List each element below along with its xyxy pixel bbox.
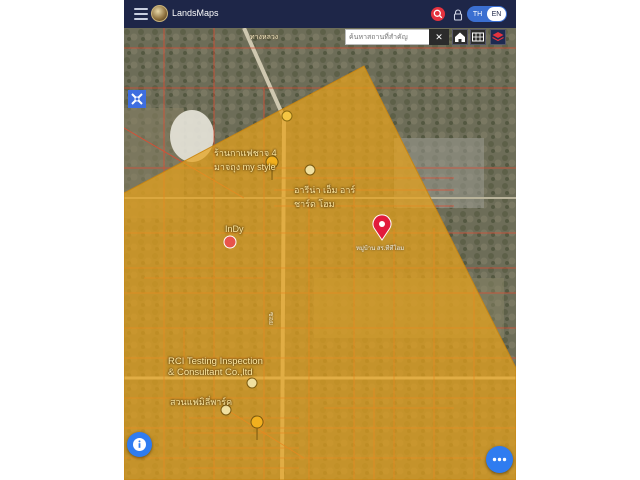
home-icon (455, 32, 465, 42)
hamburger-icon[interactable] (134, 8, 148, 20)
pin-label: หมู่บ้าน สร.ทีทีโฮม (356, 246, 405, 252)
grid-button[interactable] (470, 29, 486, 45)
map-canvas[interactable]: ร้านกาแฟชาจ 4 มาจถุง my style อารีน่า เอ… (124, 28, 516, 480)
language-toggle[interactable]: TH EN (467, 6, 507, 22)
layers-icon (492, 32, 504, 42)
road-label-soi: ซอย (267, 311, 275, 326)
satellite-map[interactable] (124, 28, 516, 480)
lang-th-button[interactable]: TH (468, 7, 487, 21)
info-icon (133, 438, 146, 451)
lock-button[interactable] (453, 8, 463, 21)
search-button[interactable] (431, 7, 445, 21)
search-icon (433, 9, 443, 19)
poi-label-cafe: ร้านกาแฟชาจ 4 มาจถุง my style (214, 148, 277, 172)
more-options-button[interactable] (486, 446, 513, 473)
map-app: ร้านกาแฟชาจ 4 มาจถุง my style อารีน่า เอ… (124, 0, 516, 480)
road-label-highway: ทางหลวง (250, 34, 279, 41)
poi-marker-indy[interactable] (223, 235, 237, 249)
poi-label-arena: อารีน่า เอ็ม อาร์ ชาร์ด โฮม (294, 185, 356, 209)
top-bar: LandsMaps TH EN (124, 0, 516, 28)
app-title: LandsMaps (172, 8, 219, 18)
info-button[interactable] (127, 432, 152, 457)
poi-label-park: สวนแฟมิลี่พาร์ค (170, 397, 233, 407)
app-logo (151, 5, 168, 22)
more-dots-icon (492, 457, 507, 462)
poi-marker-rci[interactable] (246, 377, 258, 389)
poi-marker-cafe[interactable] (281, 110, 293, 122)
crosshair-tool-icon (131, 93, 143, 105)
poi-label-rci: RCI Testing Inspection & Consultant Co.,… (168, 356, 263, 378)
grid-icon (472, 32, 484, 42)
poi-marker-home[interactable] (304, 164, 316, 176)
lock-icon (453, 9, 463, 21)
lang-en-button[interactable]: EN (487, 7, 506, 21)
measure-tool-button[interactable] (128, 90, 146, 108)
search-clear-button[interactable]: ✕ (429, 29, 449, 45)
home-button[interactable] (452, 29, 468, 45)
layers-button[interactable] (490, 29, 506, 45)
poi-label-indy: InDy (225, 224, 244, 234)
